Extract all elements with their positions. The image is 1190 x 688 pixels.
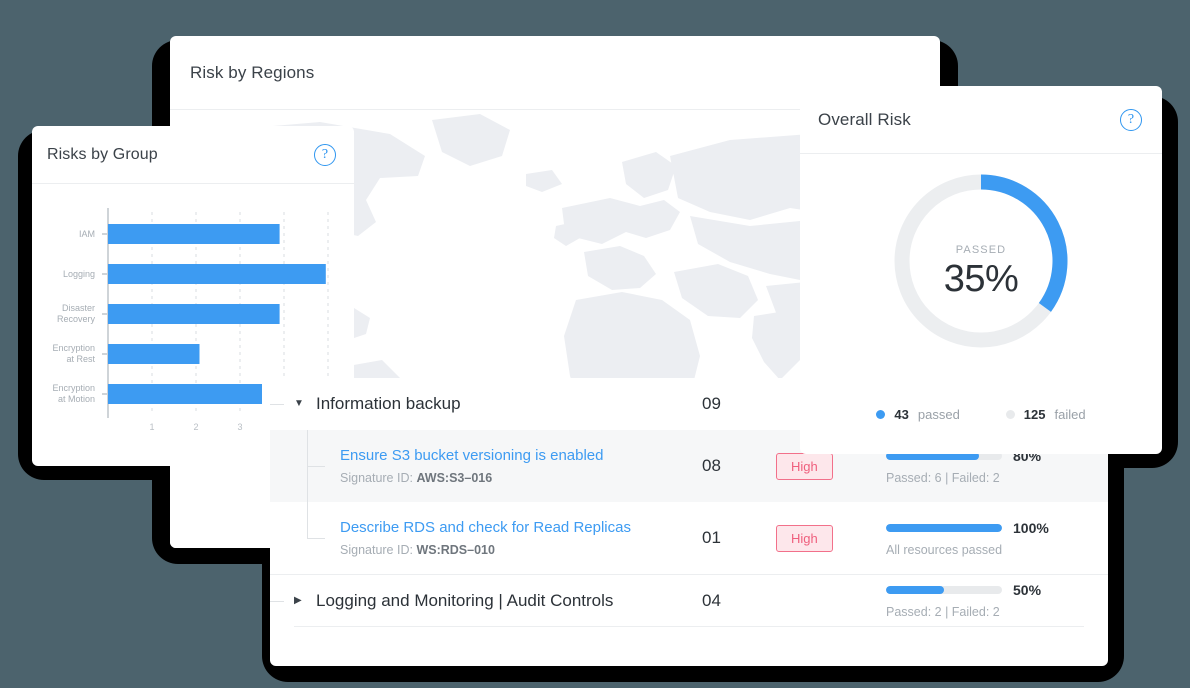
legend-label: passed bbox=[917, 407, 960, 422]
bar-label-encryption-at-motion-2: at Motion bbox=[58, 394, 95, 404]
donut-passed-value: 35% bbox=[943, 258, 1019, 300]
bar-xtick-1: 1 bbox=[149, 422, 154, 432]
progress-cell: 50% Passed: 2 | Failed: 2 bbox=[886, 582, 1082, 619]
row-name-cell: Logging and Monitoring | Audit Controls bbox=[310, 591, 702, 611]
bar-label-logging: Logging bbox=[63, 269, 95, 279]
progress-bar-fill bbox=[886, 523, 1002, 532]
row-count: 04 bbox=[702, 590, 721, 610]
signature-id: Signature ID: WS:RDS–010 bbox=[340, 543, 495, 557]
status-badge: High bbox=[776, 524, 833, 552]
legend-count: 43 bbox=[894, 407, 909, 422]
legend-count: 125 bbox=[1023, 407, 1046, 422]
chevron-down-icon[interactable]: ▼ bbox=[294, 399, 310, 409]
donut-center-labels: PASSED 35% bbox=[800, 244, 1162, 301]
bars-card-header: Risks by Group ? bbox=[32, 126, 354, 184]
progress-bar bbox=[886, 523, 1002, 532]
tree-connector bbox=[307, 502, 308, 538]
row-name-cell: Ensure S3 bucket versioning is enabled Si… bbox=[334, 447, 702, 485]
signature-link[interactable]: Ensure S3 bucket versioning is enabled bbox=[340, 447, 702, 464]
row-name-cell: Information backup bbox=[310, 394, 702, 414]
tree-connector bbox=[270, 600, 284, 602]
legend-dot-icon bbox=[876, 410, 886, 419]
bars-card-title: Risks by Group bbox=[47, 145, 158, 163]
row-count: 08 bbox=[702, 456, 721, 475]
dashboard-composite: Risk by Regions Risks by Group ? IAM Log… bbox=[0, 0, 1190, 688]
map-card-title: Risk by Regions bbox=[190, 62, 315, 82]
row-count: 09 bbox=[702, 394, 721, 413]
legend-label: failed bbox=[1054, 407, 1086, 422]
signature-id: Signature ID: AWS:S3–016 bbox=[340, 471, 493, 485]
tree-connector bbox=[307, 538, 325, 539]
bar-label-encryption-at-rest-1: Encryption bbox=[52, 343, 95, 353]
donut-card-header: Overall Risk ? bbox=[800, 86, 1162, 154]
bar-xtick-3: 3 bbox=[237, 422, 242, 432]
bar-encryption-at-motion bbox=[108, 384, 262, 404]
table-bottom-divider bbox=[294, 626, 1084, 627]
bar-label-disaster-recovery-1: Disaster bbox=[62, 303, 95, 313]
donut-passed-label: PASSED bbox=[955, 244, 1007, 256]
row-name-cell: Describe RDS and check for Read Replicas… bbox=[334, 519, 702, 557]
progress-bar-fill bbox=[886, 586, 944, 594]
donut-chart-wrap: PASSED 35% bbox=[800, 168, 1162, 354]
bar-label-encryption-at-motion-1: Encryption bbox=[52, 383, 95, 393]
bar-xtick-2: 2 bbox=[193, 422, 198, 432]
bar-label-disaster-recovery-2: Recovery bbox=[57, 314, 96, 324]
donut-card-title: Overall Risk bbox=[818, 109, 911, 129]
group-title[interactable]: Logging and Monitoring | Audit Controls bbox=[316, 591, 702, 611]
bar-label-encryption-at-rest-2: at Rest bbox=[66, 354, 95, 364]
bar-encryption-at-rest bbox=[108, 344, 200, 364]
group-title[interactable]: Information backup bbox=[316, 394, 702, 414]
overall-risk-card: Overall Risk ? PASSED 35% 43 passed 125 fai… bbox=[800, 86, 1162, 454]
row-count: 01 bbox=[702, 528, 721, 547]
table-group-row[interactable]: ▶ Logging and Monitoring | Audit Controls… bbox=[270, 574, 1108, 626]
chevron-right-icon[interactable]: ▶ bbox=[294, 595, 310, 606]
progress-summary: All resources passed bbox=[886, 542, 1003, 557]
donut-legend-item-passed: 43 passed bbox=[876, 407, 960, 422]
severity-cell: High bbox=[776, 452, 886, 480]
tree-connector bbox=[270, 404, 284, 405]
donut-legend: 43 passed 125 failed bbox=[800, 407, 1162, 422]
legend-dot-icon bbox=[1005, 410, 1015, 419]
progress-percent: 100% bbox=[1013, 519, 1049, 536]
progress-summary: Passed: 2 | Failed: 2 bbox=[886, 605, 1000, 619]
question-icon[interactable]: ? bbox=[314, 143, 336, 166]
bar-logging bbox=[108, 264, 326, 284]
donut-chart-body: PASSED 35% 43 passed 125 failed bbox=[800, 154, 1162, 454]
status-badge: High bbox=[776, 452, 833, 480]
signature-link[interactable]: Describe RDS and check for Read Replicas bbox=[340, 519, 702, 536]
progress-bar bbox=[886, 586, 1002, 594]
progress-summary: Passed: 6 | Failed: 2 bbox=[886, 470, 1000, 485]
question-icon[interactable]: ? bbox=[1120, 108, 1142, 131]
bar-disaster-recovery bbox=[108, 304, 280, 324]
bar-label-iam: IAM bbox=[79, 229, 95, 239]
severity-cell: High bbox=[776, 524, 886, 552]
donut-legend-item-failed: 125 failed bbox=[1005, 407, 1086, 422]
tree-connector bbox=[307, 466, 325, 467]
bar-iam bbox=[108, 224, 280, 244]
progress-cell: 100% All resources passed bbox=[886, 520, 1082, 557]
progress-percent: 50% bbox=[1013, 582, 1042, 598]
table-row[interactable]: Describe RDS and check for Read Replicas… bbox=[270, 502, 1108, 574]
